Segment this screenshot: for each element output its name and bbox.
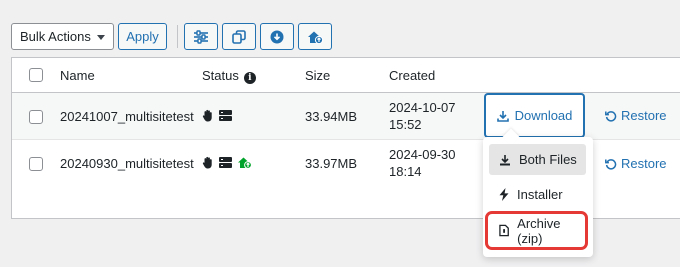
home-upload-button[interactable]	[298, 23, 332, 50]
select-all-checkbox[interactable]	[29, 68, 43, 82]
download-backup-button[interactable]	[260, 23, 294, 50]
column-header-name[interactable]: Name	[60, 68, 95, 83]
bolt-icon	[499, 188, 509, 201]
server-icon	[219, 157, 232, 168]
download-button[interactable]: Download	[485, 94, 584, 137]
menu-item-label: Both Files	[519, 152, 577, 167]
home-upload-green-icon	[238, 157, 252, 169]
hand-icon	[202, 109, 212, 122]
created-date: 2024-10-07	[389, 100, 456, 115]
menu-item-installer[interactable]: Installer	[489, 179, 586, 210]
bulk-actions-select[interactable]: Bulk Actions	[11, 23, 114, 50]
column-header-created[interactable]: Created	[389, 68, 435, 83]
chevron-down-icon	[97, 35, 105, 40]
info-icon[interactable]: i	[243, 72, 256, 84]
row-checkbox[interactable]	[29, 157, 43, 171]
filter-settings-icon	[194, 29, 208, 44]
download-icon	[500, 154, 510, 165]
row-checkbox[interactable]	[29, 110, 43, 124]
column-header-status: Status i	[202, 68, 256, 84]
backup-created: 2024-10-07 15:52	[389, 99, 456, 133]
menu-item-label: Archive (zip)	[517, 215, 561, 246]
backup-created: 2024-09-30 18:14	[389, 146, 456, 180]
copy-button[interactable]	[222, 23, 256, 50]
restore-icon	[605, 158, 617, 170]
bulk-actions-label: Bulk Actions	[20, 29, 91, 44]
table-row: 20241007_multisitetest 33.94MB 2024-10-0…	[12, 93, 680, 140]
column-header-size[interactable]: Size	[305, 68, 330, 83]
status-icons	[202, 109, 232, 122]
file-zip-icon	[499, 224, 509, 237]
menu-item-both-files[interactable]: Both Files	[489, 144, 586, 175]
apply-button[interactable]: Apply	[118, 23, 167, 50]
restore-link[interactable]: Restore	[605, 108, 667, 123]
menu-item-archive-zip[interactable]: Archive (zip)	[485, 211, 588, 250]
column-header-status-label: Status	[202, 68, 239, 83]
created-time: 15:52	[389, 117, 422, 132]
home-upload-icon	[308, 31, 323, 44]
restore-link-label: Restore	[621, 156, 667, 171]
hand-icon	[202, 156, 212, 169]
restore-icon	[605, 110, 617, 122]
download-icon	[496, 110, 509, 122]
download-button-label: Download	[514, 108, 573, 123]
backup-size: 33.94MB	[305, 109, 358, 124]
restore-link[interactable]: Restore	[605, 156, 667, 171]
created-time: 18:14	[389, 164, 422, 179]
server-icon	[219, 110, 232, 121]
download-circle-icon	[270, 30, 284, 43]
backup-size: 33.97MB	[305, 156, 358, 171]
restore-link-label: Restore	[621, 108, 667, 123]
toolbar-divider	[177, 25, 178, 48]
created-date: 2024-09-30	[389, 147, 456, 162]
copy-icon	[232, 29, 246, 44]
backup-name: 20240930_multisitetest	[60, 156, 194, 171]
table-header: Name Status i Size Created	[12, 58, 680, 93]
filter-settings-button[interactable]	[184, 23, 218, 50]
backup-name: 20241007_multisitetest	[60, 109, 194, 124]
menu-item-label: Installer	[517, 187, 563, 202]
status-icons	[202, 156, 252, 169]
download-menu: Both Files Installer Archive (zip)	[483, 128, 593, 257]
